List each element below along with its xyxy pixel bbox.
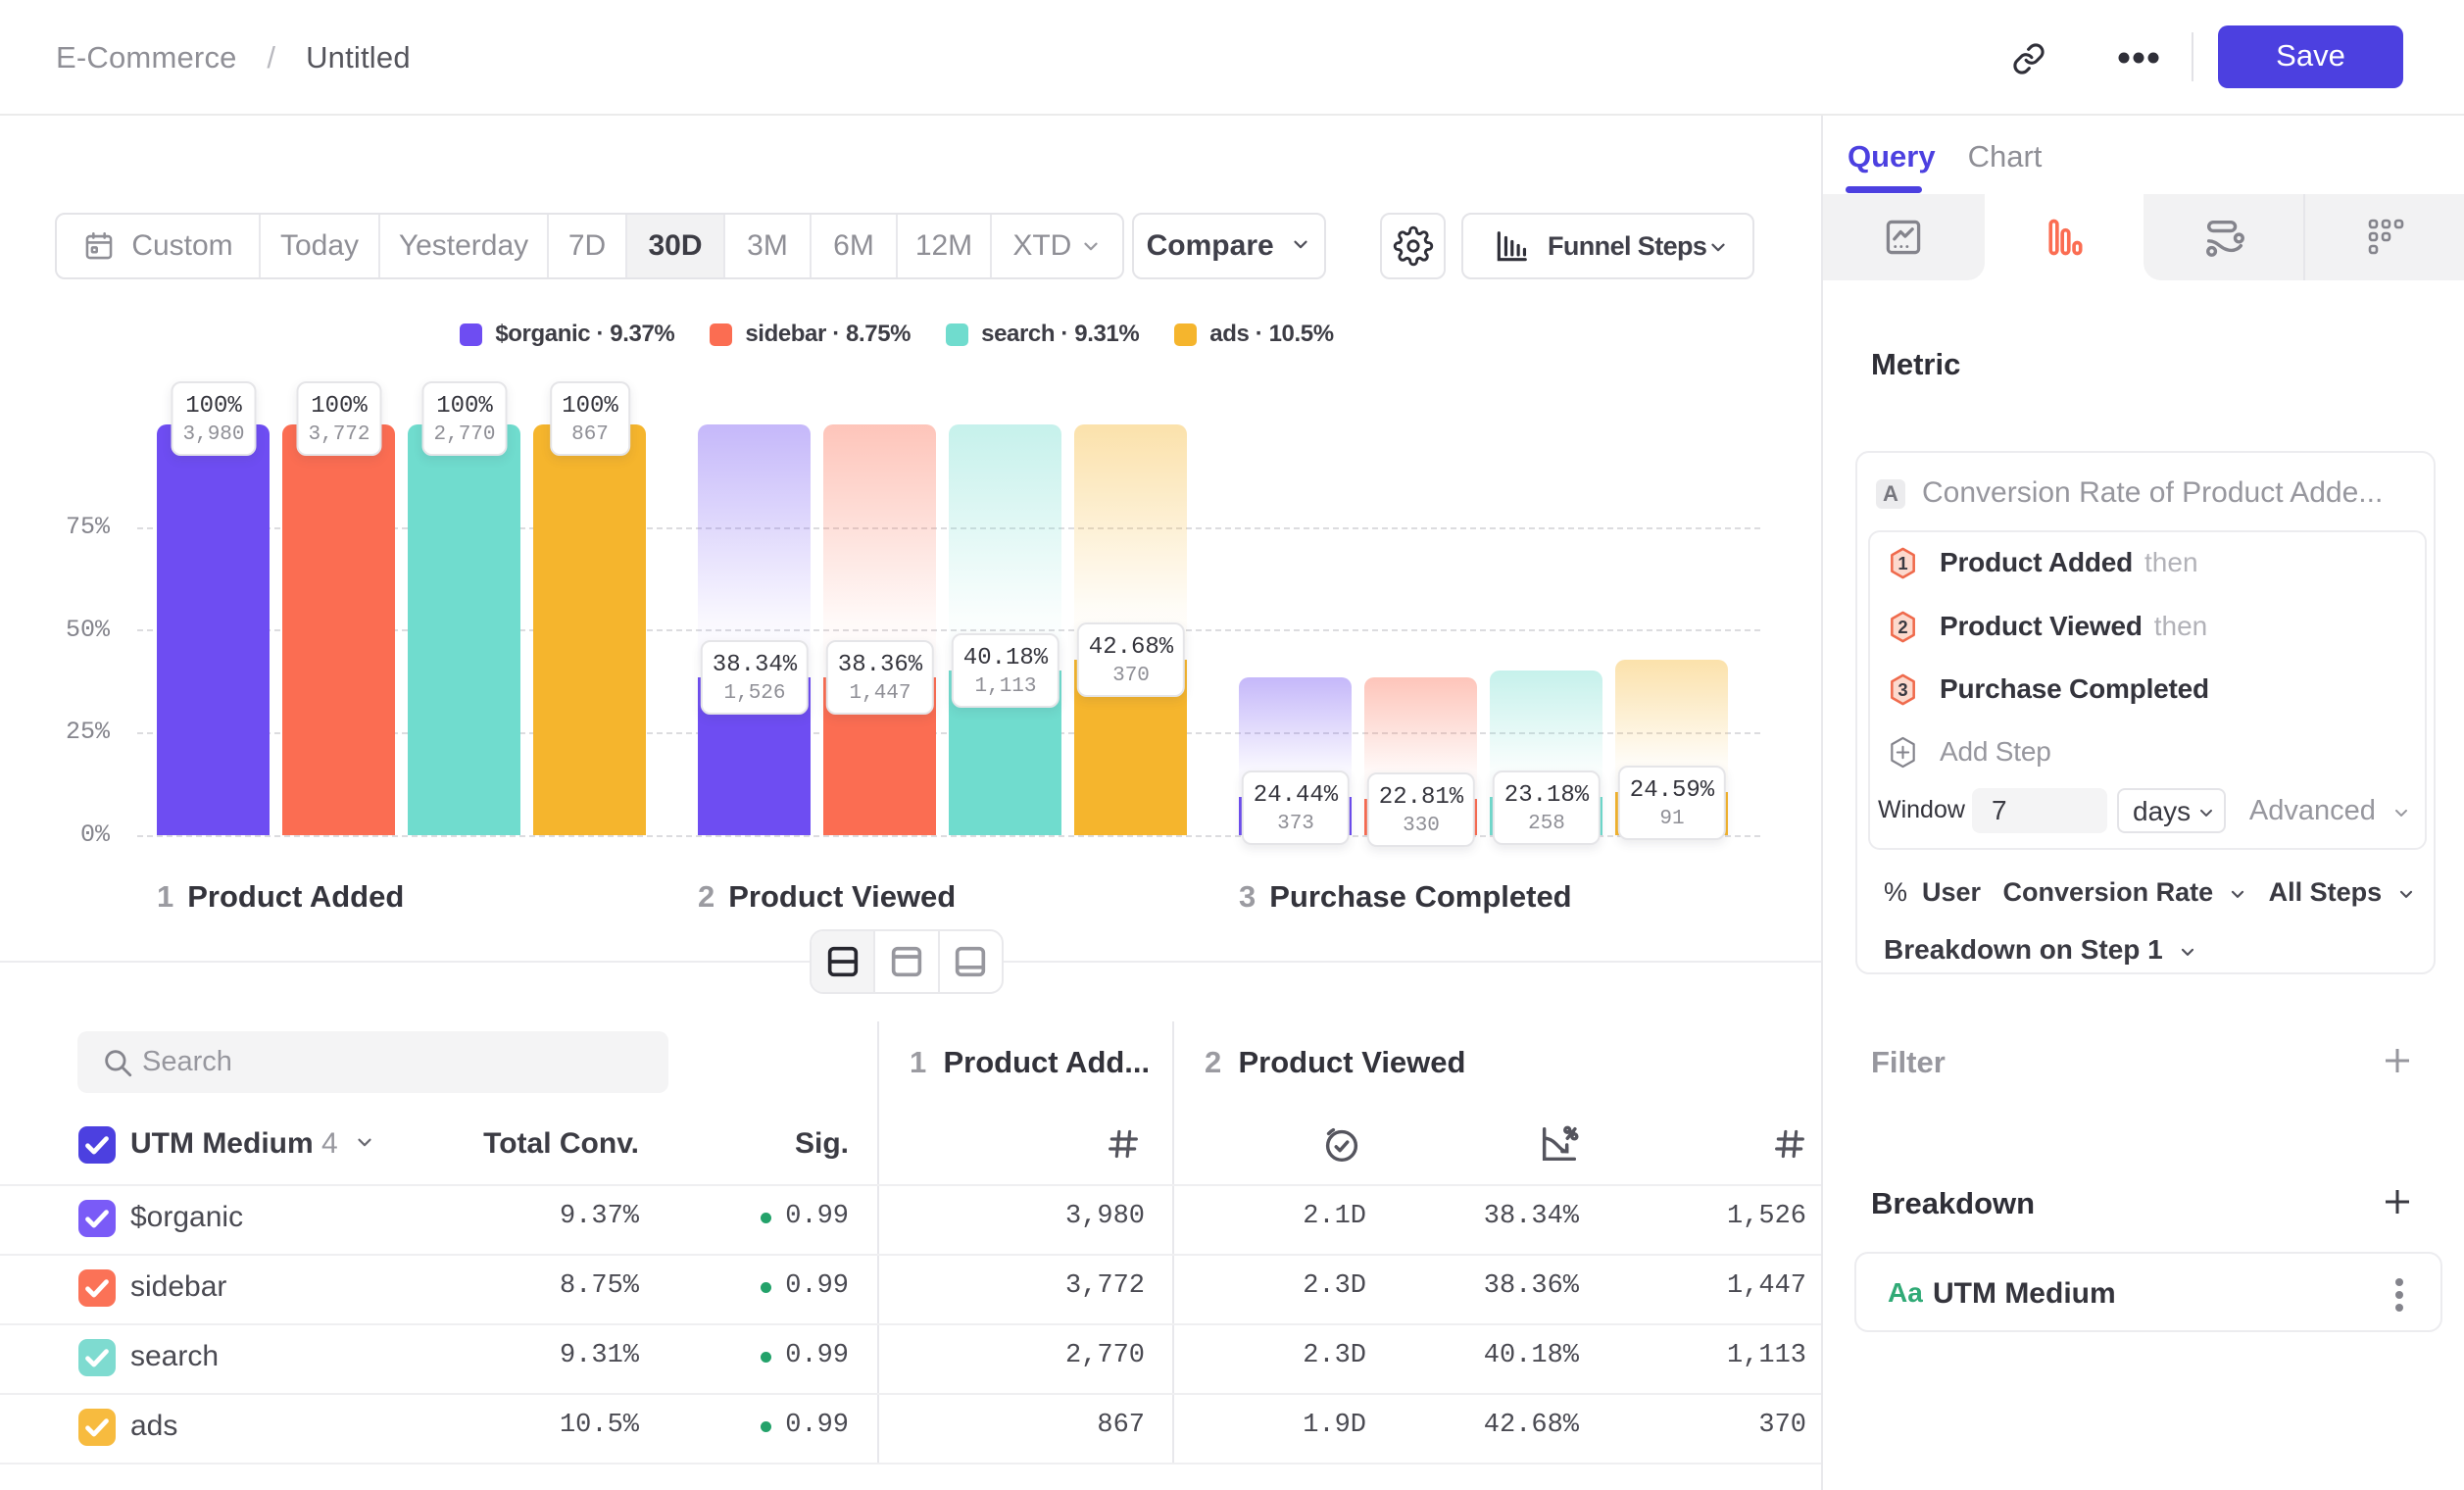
svg-text:2: 2 [1897,616,1907,636]
svg-text:1: 1 [1897,552,1907,572]
svg-text:3: 3 [1897,678,1907,699]
